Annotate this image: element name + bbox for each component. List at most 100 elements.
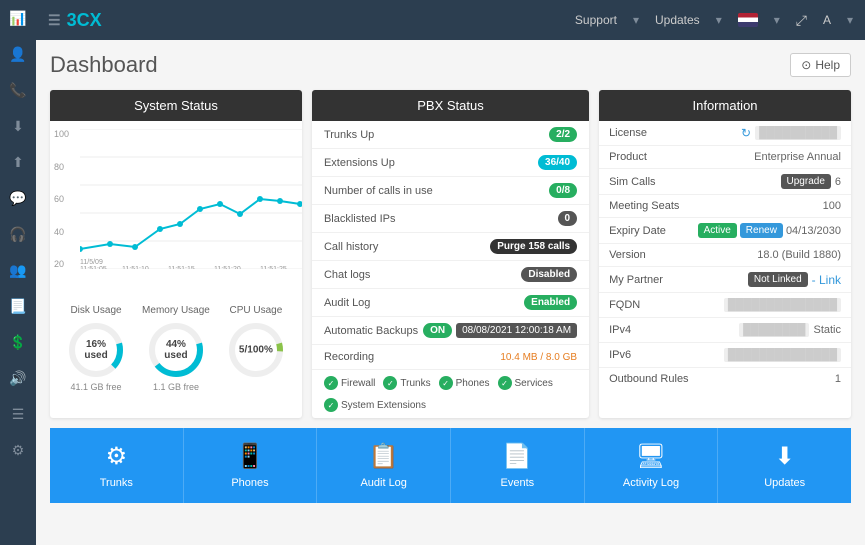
check-services-icon: ✓ [498,376,512,390]
svg-text:11:51:25: 11:51:25 [260,266,287,269]
system-status-card: System Status 100 80 60 40 20 [50,90,302,418]
support-link[interactable]: Support [575,13,617,27]
expiry-value: 04/13/2030 [786,225,841,237]
sidebar-item-list[interactable]: ☰ [0,396,36,432]
logo-text: 3CX [67,10,102,31]
info-row-ipv6: IPv6 ██████████████ [599,343,851,368]
svg-text:11:51:20: 11:51:20 [214,266,241,269]
tile-updates[interactable]: ⬇ Updates [718,428,851,503]
sidebar-item-chat[interactable]: 💬 [0,180,36,216]
pbx-row-backups: Automatic Backups ON 08/08/2021 12:00:18… [312,317,589,345]
check-firewall-icon: ✓ [324,376,338,390]
check-trunks-icon: ✓ [383,376,397,390]
blacklist-badge: 0 [558,211,578,226]
flag-icon[interactable] [738,13,758,27]
sidebar-item-phones[interactable]: 📞 [0,72,36,108]
auditlog-label: Audit Log [360,477,406,489]
information-card: Information License ↻ ██████████ Product… [599,90,851,418]
fqdn-value: ██████████████ [724,298,841,312]
info-row-version: Version 18.0 (Build 1880) [599,244,851,267]
tile-phones[interactable]: 📱 Phones [184,428,318,503]
memory-sub: 1.1 GB free [142,382,210,392]
svg-text:11/5/09: 11/5/09 [80,259,103,266]
chart-y-labels: 100 80 60 40 20 [54,129,69,269]
sidebar-item-dashboard[interactable]: 📊 [0,0,36,36]
partner-link[interactable]: - Link [812,273,841,287]
refresh-icon[interactable]: ↻ [741,126,751,140]
gauge-row: Disk Usage 16% used 41.1 GB free [50,301,302,400]
tile-auditlog[interactable]: 📋 Audit Log [317,428,451,503]
auditlog-badge: Enabled [524,295,577,310]
pbx-row-blacklist: Blacklisted IPs 0 [312,205,589,233]
logo: ☰ 3CX [48,10,102,31]
meetingseats-value: 100 [823,200,841,212]
disk-label: Disk Usage [66,305,126,316]
cpu-value: 5/100% [239,345,273,356]
system-status-header: System Status [50,90,302,121]
page-header: Dashboard ⊙ Help [50,52,851,78]
check-phones: ✓ Phones [439,376,490,390]
info-row-license: License ↻ ██████████ [599,121,851,146]
tile-activitylog[interactable]: 🖥 Activity Log [585,428,719,503]
tile-trunks[interactable]: ⚙ Trunks [50,428,184,503]
sidebar-item-upload[interactable]: ⬆ [0,144,36,180]
expiry-renew-badge[interactable]: Renew [740,223,783,238]
sidebar-item-group[interactable]: 👥 [0,252,36,288]
user-menu[interactable]: A [823,13,831,27]
sidebar-item-reports[interactable]: 📃 [0,288,36,324]
svg-text:11:51:05: 11:51:05 [80,266,107,269]
sidebar: 📊 👤 📞 ⬇ ⬆ 💬 🎧 👥 📃 💲 🔊 ☰ ⚙ [0,0,36,545]
auditlog-icon: 📋 [369,442,399,471]
pbx-status-card: PBX Status Trunks Up 2/2 Extensions Up 3… [312,90,589,418]
check-services: ✓ Services [498,376,553,390]
updates-icon: ⬇ [775,442,795,471]
sidebar-item-settings[interactable]: ⚙ [0,432,36,468]
trunks-icon: ⚙ [106,442,128,471]
backups-on-badge: ON [423,323,452,338]
pbx-row-trunks: Trunks Up 2/2 [312,121,589,149]
check-sysext: ✓ System Extensions [324,398,426,412]
disk-gauge: Disk Usage 16% used 41.1 GB free [66,305,126,392]
tile-events[interactable]: 📄 Events [451,428,585,503]
check-firewall: ✓ Firewall [324,376,375,390]
expand-icon[interactable]: ⤢ [796,12,807,29]
info-row-outbound: Outbound Rules 1 [599,368,851,390]
checks-row: ✓ Firewall ✓ Trunks ✓ Phones ✓ [312,370,589,418]
sidebar-item-audio[interactable]: 🔊 [0,360,36,396]
info-row-product: Product Enterprise Annual [599,146,851,169]
outbound-value: 1 [835,373,841,385]
information-header: Information [599,90,851,121]
line-chart: 11/5/09 11:51:05 AM 11:51:10 AM 11:51:15… [80,129,302,269]
ipv6-value: ██████████████ [724,348,841,362]
tiles-row: ⚙ Trunks 📱 Phones 📋 Audit Log 📄 Events 🖥… [50,428,851,503]
trunks-label: Trunks [100,477,133,489]
callhistory-badge[interactable]: Purge 158 calls [490,239,577,254]
topnav-right: Support ▾ Updates ▾ ▾ ⤢ A ▾ [575,12,853,29]
backups-date: 08/08/2021 12:00:18 AM [456,323,577,338]
pbx-row-calls: Number of calls in use 0/8 [312,177,589,205]
menu-icon[interactable]: ☰ [48,12,61,29]
sidebar-item-headset[interactable]: 🎧 [0,216,36,252]
pbx-row-chatlogs: Chat logs Disabled [312,261,589,289]
expiry-active-badge: Active [698,223,737,238]
updates-link[interactable]: Updates [655,13,700,27]
content-area: Dashboard ⊙ Help System Status 100 80 60… [36,40,865,545]
simcalls-upgrade-badge[interactable]: Upgrade [781,174,831,189]
chart-svg: 11/5/09 11:51:05 AM 11:51:10 AM 11:51:15… [80,129,294,272]
phones-icon: 📱 [235,442,265,471]
activitylog-icon: 🖥 [636,442,666,471]
sidebar-item-download[interactable]: ⬇ [0,108,36,144]
trunks-badge: 2/2 [549,127,577,142]
sidebar-item-users[interactable]: 👤 [0,36,36,72]
top-navigation: ☰ 3CX Support ▾ Updates ▾ ▾ ⤢ A ▾ [36,0,865,40]
sidebar-item-money[interactable]: 💲 [0,324,36,360]
product-value: Enterprise Annual [754,151,841,163]
help-icon: ⊙ [801,58,811,72]
ipv4-value: ████████ [739,323,809,337]
check-phones-icon: ✓ [439,376,453,390]
pbx-row-recording: Recording 10.4 MB / 8.0 GB [312,345,589,370]
help-button[interactable]: ⊙ Help [790,53,851,77]
check-trunks: ✓ Trunks [383,376,430,390]
chatlogs-badge: Disabled [521,267,577,282]
pbx-row-callhistory: Call history Purge 158 calls [312,233,589,261]
